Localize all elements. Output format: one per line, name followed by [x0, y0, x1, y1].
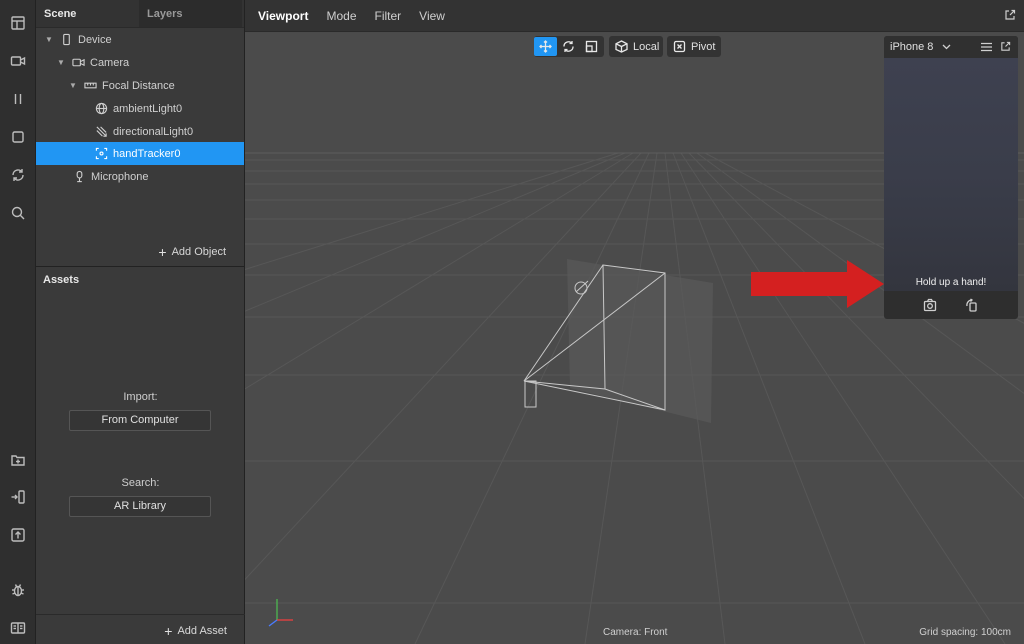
add-asset-button[interactable]: + Add Asset — [164, 623, 227, 639]
ruler-icon — [83, 79, 97, 93]
scale-icon — [585, 40, 598, 53]
move-tool-button[interactable] — [534, 37, 557, 56]
hand-tracker-icon — [94, 147, 108, 161]
simulator-message: Hold up a hand! — [915, 277, 987, 288]
upload-icon[interactable] — [6, 523, 30, 547]
import-label: Import: — [123, 391, 158, 403]
plus-icon: + — [164, 623, 173, 639]
bug-icon[interactable] — [6, 578, 30, 602]
left-toolbar — [0, 0, 36, 644]
pivot-button[interactable]: Pivot — [667, 37, 719, 56]
directional-light-icon — [94, 125, 108, 139]
simulator-screen[interactable] — [884, 58, 1018, 291]
local-button[interactable]: Local — [609, 37, 663, 56]
pivot-icon — [673, 40, 686, 53]
tree-item-label: Focal Distance — [102, 79, 175, 92]
device-icon — [59, 33, 73, 47]
menu-viewport[interactable]: Viewport — [245, 9, 317, 23]
tree-item-hand-tracker[interactable]: handTracker0 — [36, 142, 244, 165]
external-link-icon[interactable] — [1004, 9, 1016, 24]
external-link-icon[interactable] — [1000, 41, 1011, 55]
pivot-label: Pivot — [691, 40, 716, 53]
move-icon — [539, 40, 552, 53]
from-computer-button[interactable]: From Computer — [69, 410, 211, 431]
local-toggle[interactable]: Local — [609, 36, 663, 57]
rotate-device-icon[interactable] — [965, 297, 979, 315]
assets-panel: Assets Import: From Computer Search: AR … — [36, 267, 245, 644]
tree-item-microphone[interactable]: Microphone — [36, 165, 244, 188]
search-label: Search: — [121, 477, 160, 489]
tab-scene[interactable]: Scene — [36, 0, 139, 27]
arrow-annotation — [751, 260, 884, 308]
scene-panel: Scene Layers ▼ Device ▼ Camera ▼ Focal D… — [36, 0, 245, 267]
add-file-icon[interactable] — [6, 448, 30, 472]
scene-tabs: Scene Layers — [36, 0, 244, 28]
add-asset-label: Add Asset — [177, 625, 227, 637]
tree-item-ambient-light[interactable]: ambientLight0 — [36, 97, 244, 120]
simulator-header: iPhone 8 — [884, 36, 1018, 58]
rotate-icon — [563, 41, 574, 52]
tree-item-label: ambientLight0 — [113, 102, 183, 115]
tree-item-label: Camera — [90, 56, 130, 69]
tree-item-focal-distance[interactable]: ▼ Focal Distance — [36, 74, 244, 97]
caret-down-icon[interactable]: ▼ — [69, 81, 77, 90]
local-label: Local — [633, 40, 660, 53]
tree-item-device[interactable]: ▼ Device — [36, 28, 244, 51]
tree-item-label: handTracker0 — [113, 147, 181, 160]
cube-icon — [615, 40, 628, 53]
send-to-device-icon[interactable] — [6, 485, 30, 509]
tree-item-label: Device — [78, 33, 112, 46]
menu-view[interactable]: View — [410, 9, 454, 23]
chevron-down-icon[interactable] — [942, 41, 951, 53]
assets-footer: + Add Asset — [36, 614, 245, 644]
camera-status: Camera: Front — [603, 627, 668, 638]
pivot-toggle[interactable]: Pivot — [667, 36, 721, 57]
add-object-label: Add Object — [171, 246, 226, 258]
menu-mode[interactable]: Mode — [317, 9, 365, 23]
transform-tools — [534, 36, 604, 57]
tab-layers[interactable]: Layers — [139, 0, 242, 27]
screenshot-icon[interactable] — [923, 298, 937, 315]
device-select[interactable]: iPhone 8 — [890, 41, 933, 53]
square-icon[interactable] — [6, 125, 30, 149]
tree-item-camera[interactable]: ▼ Camera — [36, 51, 244, 74]
plus-icon: + — [158, 244, 167, 260]
menu-filter[interactable]: Filter — [366, 9, 411, 23]
search-icon[interactable] — [6, 201, 30, 225]
layout-icon[interactable] — [6, 11, 30, 35]
pause-icon[interactable] — [6, 87, 30, 111]
tree-item-directional-light[interactable]: directionalLight0 — [36, 120, 244, 143]
tree-item-label: directionalLight0 — [113, 125, 194, 138]
assets-title: Assets — [43, 274, 80, 286]
simulator-footer — [884, 293, 1018, 319]
camera-icon — [71, 56, 85, 70]
globe-icon — [94, 102, 108, 116]
device-simulator: iPhone 8 Hold up a hand! — [884, 36, 1018, 319]
menu-icon[interactable] — [981, 42, 992, 55]
caret-down-icon[interactable]: ▼ — [45, 35, 53, 44]
tree-item-label: Microphone — [91, 170, 149, 183]
grid-spacing-status: Grid spacing: 100cm — [919, 627, 1011, 638]
video-icon[interactable] — [6, 49, 30, 73]
book-icon[interactable] — [6, 616, 30, 640]
viewport-menubar: Viewport Mode Filter View — [245, 0, 1024, 32]
refresh-icon[interactable] — [6, 163, 30, 187]
add-object-button[interactable]: + Add Object — [158, 244, 226, 260]
microphone-icon — [72, 170, 86, 184]
caret-down-icon[interactable]: ▼ — [57, 58, 65, 67]
rotate-tool-button[interactable] — [557, 37, 580, 56]
ar-library-button[interactable]: AR Library — [69, 496, 211, 517]
scale-tool-button[interactable] — [580, 37, 603, 56]
